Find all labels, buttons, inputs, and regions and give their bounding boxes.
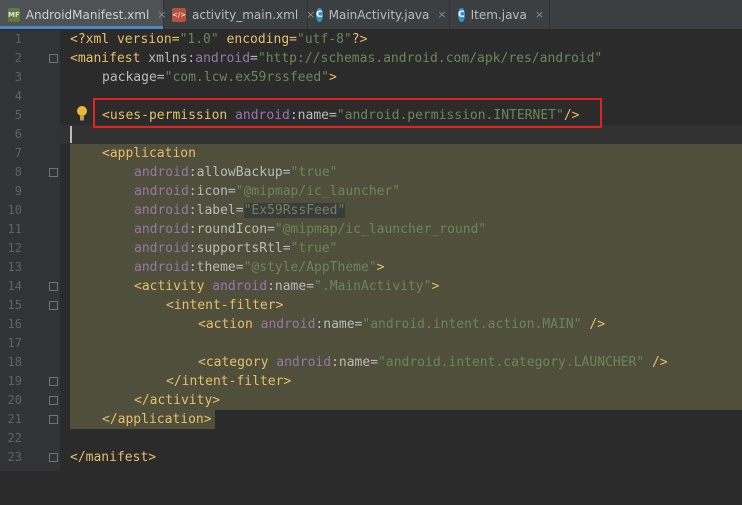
code-line: </activity>	[134, 393, 221, 408]
code-line: android:theme="@style/AppTheme">	[134, 260, 385, 275]
tab-android-manifest[interactable]: MF AndroidManifest.xml ×	[0, 0, 167, 29]
code-line: </application>	[102, 412, 212, 427]
fold-toggle-icon[interactable]	[49, 415, 58, 424]
line-number: 15	[7, 298, 22, 312]
line-number: 10	[7, 203, 22, 217]
line-number: 9	[14, 184, 22, 198]
tab-label: MainActivity.java	[328, 7, 430, 22]
java-class-icon: C	[316, 7, 323, 22]
line-number: 3	[14, 70, 22, 84]
code-line: <category android:name="android.intent.c…	[198, 355, 668, 370]
line-number: 8	[14, 165, 22, 179]
line-number: 16	[7, 317, 22, 331]
line-number: 20	[7, 393, 22, 407]
fold-toggle-icon[interactable]	[49, 377, 58, 386]
code-line: <action android:name="android.intent.act…	[198, 317, 606, 332]
tab-main-activity[interactable]: C MainActivity.java ×	[308, 0, 450, 29]
tab-label: Item.java	[470, 7, 527, 22]
close-icon[interactable]: ×	[535, 8, 544, 21]
line-number: 2	[14, 51, 22, 65]
code-line: </manifest>	[70, 450, 157, 465]
fold-toggle-icon[interactable]	[49, 301, 58, 310]
layout-xml-icon: </>	[172, 7, 186, 22]
code-line: package="com.lcw.ex59rssfeed">	[102, 70, 337, 85]
tab-item[interactable]: C Item.java ×	[450, 0, 550, 29]
line-number: 7	[14, 146, 22, 160]
code-line: android:supportsRtl="true"	[134, 241, 338, 256]
manifest-file-icon: MF	[8, 7, 20, 22]
code-line: <application	[102, 146, 196, 161]
tab-label: AndroidManifest.xml	[25, 7, 150, 22]
line-number: 13	[7, 260, 22, 274]
line-number: 14	[7, 279, 22, 293]
line-number-gutter[interactable]: 1 2 3 4 5 6 7 8 9 10 11 12 13 14 15 16 1…	[0, 30, 60, 471]
java-class-icon: C	[458, 7, 465, 22]
code-line: </intent-filter>	[166, 374, 292, 389]
line-number: 11	[7, 222, 22, 236]
tab-label: activity_main.xml	[192, 7, 299, 22]
code-line: android:label="Ex59RssFeed"	[134, 203, 346, 218]
code-line: android:roundIcon="@mipmap/ic_launcher_r…	[134, 222, 487, 237]
line-number: 4	[14, 89, 22, 103]
code-line: <manifest xmlns:android="http://schemas.…	[70, 51, 603, 66]
tab-activity-main[interactable]: </> activity_main.xml ×	[164, 0, 315, 29]
code-line: <intent-filter>	[166, 298, 284, 313]
code-line: <?xml version="1.0" encoding="utf-8"?>	[70, 32, 368, 47]
line-number: 18	[7, 355, 22, 369]
fold-toggle-icon[interactable]	[49, 54, 58, 63]
line-number: 21	[7, 412, 22, 426]
line-number: 6	[14, 127, 22, 141]
fold-toggle-icon[interactable]	[49, 396, 58, 405]
code-line: <activity android:name=".MainActivity">	[134, 279, 440, 294]
close-icon[interactable]: ×	[437, 8, 446, 21]
line-number: 5	[14, 108, 22, 122]
code-line: android:allowBackup="true"	[134, 165, 338, 180]
code-line: android:icon="@mipmap/ic_launcher"	[134, 184, 401, 199]
editor-tab-bar: MF AndroidManifest.xml × </> activity_ma…	[0, 0, 742, 30]
code-editor[interactable]: <?xml version="1.0" encoding="utf-8"?> <…	[60, 30, 742, 471]
fold-toggle-icon[interactable]	[49, 282, 58, 291]
fold-toggle-icon[interactable]	[49, 453, 58, 462]
highlight-annotation-box	[93, 98, 602, 128]
line-number: 19	[7, 374, 22, 388]
lightbulb-icon[interactable]	[76, 105, 88, 121]
line-number: 17	[7, 336, 22, 350]
line-number: 1	[14, 32, 22, 46]
line-number: 22	[7, 431, 22, 445]
line-number: 12	[7, 241, 22, 255]
line-number: 23	[7, 450, 22, 464]
fold-toggle-icon[interactable]	[49, 168, 58, 177]
